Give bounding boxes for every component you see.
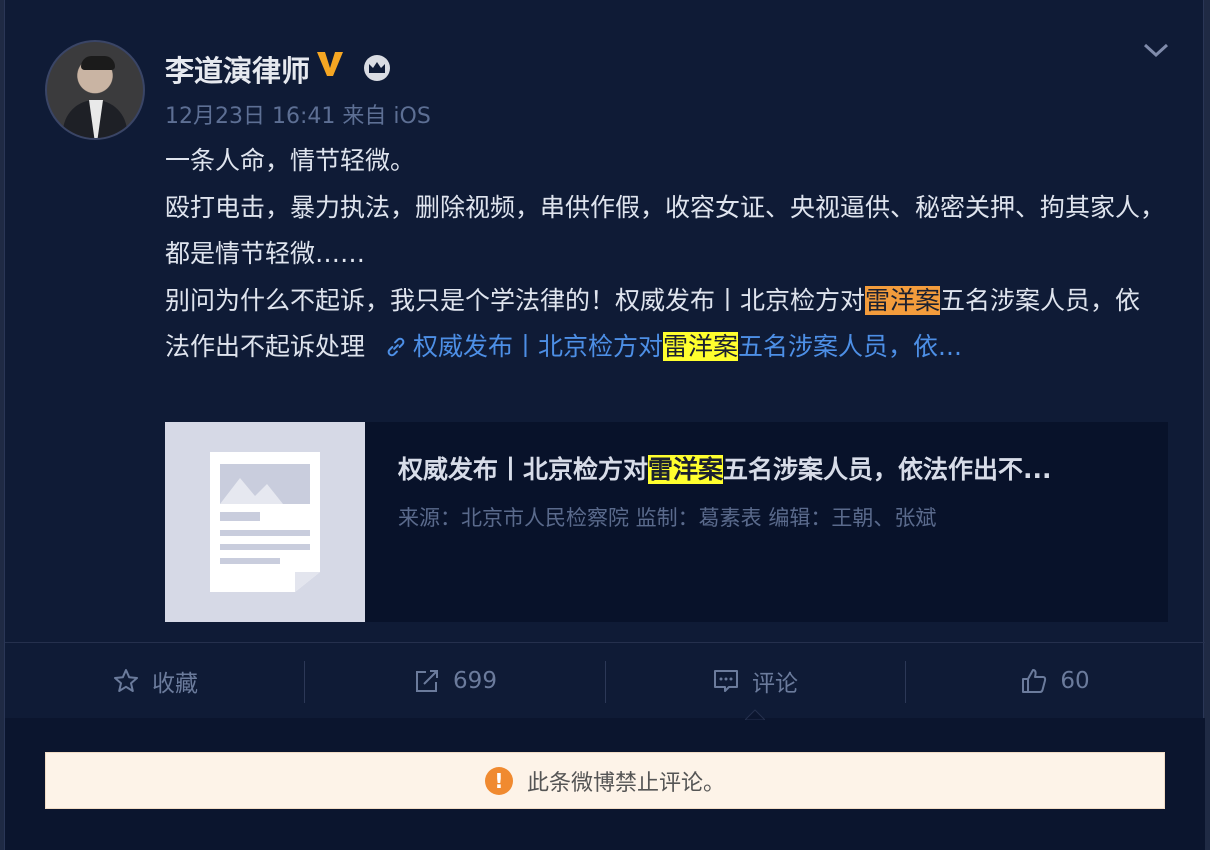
author-name[interactable]: 李道演律师 bbox=[165, 48, 310, 90]
action-bar: 收藏 699 评论 60 bbox=[5, 643, 1205, 718]
favorite-label: 收藏 bbox=[152, 670, 198, 697]
weibo-post-card: 李道演律师 12月23日 16:41 来自 iOS 一条人命，情节轻微。 殴打电… bbox=[4, 0, 1205, 850]
comment-button[interactable]: 评论 bbox=[605, 643, 905, 718]
document-image-icon bbox=[210, 452, 320, 592]
comment-caret bbox=[745, 709, 765, 720]
author-avatar[interactable] bbox=[45, 40, 145, 140]
link-icon bbox=[387, 337, 405, 357]
keyword-highlight: 雷洋案 bbox=[865, 285, 941, 315]
warning-icon: ! bbox=[484, 766, 513, 795]
comment-label: 评论 bbox=[752, 670, 798, 697]
post-meta: 12月23日 16:41 来自 iOS bbox=[165, 98, 431, 130]
article-title-rest: 五名涉案人员，依法作出不... bbox=[723, 455, 1052, 484]
repost-count: 699 bbox=[453, 667, 497, 694]
chevron-down-icon[interactable] bbox=[1141, 40, 1171, 60]
post-line-3-text: 别问为什么不起诉，我只是个学法律的！权威发布丨北京检方对 bbox=[165, 285, 866, 315]
like-button[interactable]: 60 bbox=[905, 643, 1205, 718]
crown-icon[interactable] bbox=[362, 54, 392, 82]
repost-button[interactable]: 699 bbox=[305, 643, 605, 718]
post-timestamp[interactable]: 12月23日 16:41 bbox=[165, 104, 335, 129]
link-keyword-highlight[interactable]: 雷洋案 bbox=[663, 332, 739, 361]
post-line-1: 一条人命，情节轻微。 bbox=[165, 146, 416, 175]
like-count: 60 bbox=[1060, 667, 1090, 694]
article-title-text: 权威发布丨北京检方对 bbox=[398, 455, 649, 484]
star-icon bbox=[114, 668, 138, 692]
share-icon bbox=[416, 669, 439, 692]
comment-disabled-notice: ! 此条微博禁止评论。 bbox=[45, 752, 1165, 809]
favorite-button[interactable]: 收藏 bbox=[5, 643, 305, 718]
comment-icon bbox=[714, 669, 738, 692]
article-title[interactable]: 权威发布丨北京检方对雷洋案五名涉案人员，依法作出不... bbox=[398, 450, 1052, 486]
post-source[interactable]: 来自 iOS bbox=[342, 104, 430, 129]
article-preview-card[interactable]: 权威发布丨北京检方对雷洋案五名涉案人员，依法作出不... 来源：北京市人民检察院… bbox=[165, 422, 1168, 622]
article-title-highlight: 雷洋案 bbox=[648, 455, 724, 484]
article-link-rest[interactable]: 五名涉案人员，依... bbox=[738, 332, 962, 361]
notice-text: 此条微博禁止评论。 bbox=[526, 770, 725, 796]
post-line-2: 殴打电击，暴力执法，删除视频，串供作假，收容女证、央视逼供、秘密关押、拘其家人，… bbox=[165, 192, 1166, 269]
thumbs-up-icon bbox=[1022, 668, 1047, 693]
article-link[interactable]: 权威发布丨北京检方对雷洋案五名涉案人员，依... bbox=[365, 332, 962, 361]
article-link-text[interactable]: 权威发布丨北京检方对 bbox=[413, 332, 663, 361]
post-content: 一条人命，情节轻微。 殴打电击，暴力执法，删除视频，串供作假，收容女证、央视逼供… bbox=[165, 138, 1165, 371]
post-line-3: 别问为什么不起诉，我只是个学法律的！权威发布丨北京检方对雷洋案五名涉案人员，依法… bbox=[165, 278, 1165, 371]
verified-v-icon[interactable] bbox=[315, 48, 345, 80]
avatar-hair bbox=[81, 56, 115, 70]
article-subtitle: 来源：北京市人民检察院 监制：葛素表 编辑：王朝、张斌 bbox=[398, 506, 937, 530]
article-thumbnail bbox=[165, 422, 365, 622]
